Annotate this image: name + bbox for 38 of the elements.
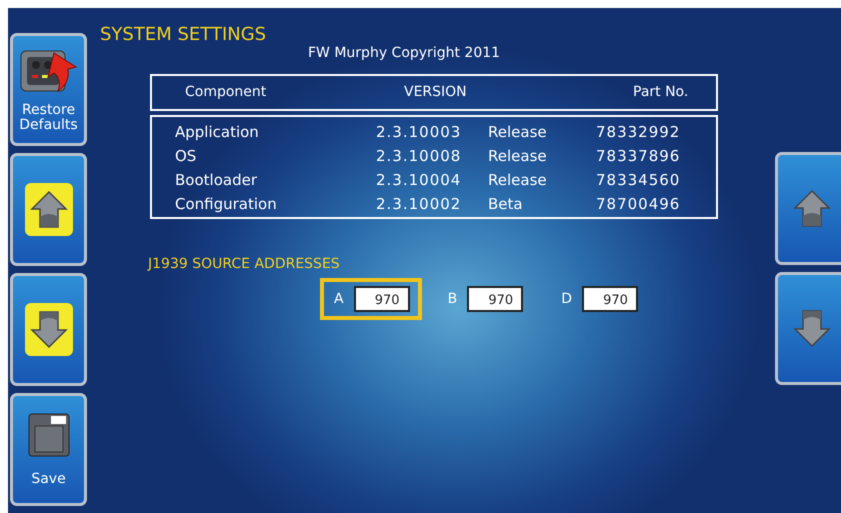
address-field[interactable]: 970: [582, 286, 638, 312]
table-cell-text: 2.3.10004: [376, 170, 462, 191]
down-arrow-icon: [28, 309, 68, 350]
table-cell-text: Release: [488, 146, 548, 167]
scroll-down-button[interactable]: [775, 272, 841, 385]
column-header: VERSION: [404, 83, 468, 102]
table-cell-text: Bootloader: [175, 170, 258, 191]
table-cell-text: Configuration: [175, 194, 278, 215]
table-cell-text: 78700496: [596, 194, 682, 215]
field-label: D: [561, 290, 572, 308]
column-header: Component: [185, 83, 268, 102]
table-cell-text: 78337896: [596, 146, 682, 167]
page-title: SYSTEM SETTINGS: [100, 23, 266, 47]
table-cell-text: Release: [488, 170, 548, 191]
table-cell-text: 2.3.10008: [376, 146, 462, 167]
save-button[interactable]: Save: [10, 393, 87, 506]
up-arrow-icon: [28, 189, 68, 230]
table-cell-text: 78332992: [596, 122, 682, 143]
scroll-up-button[interactable]: [775, 152, 841, 265]
table-cell-text: OS: [175, 146, 198, 167]
down-arrow-icon: [792, 308, 832, 349]
column-header: Part No.: [633, 83, 688, 102]
up-arrow-icon: [792, 188, 832, 229]
scroll-up-button[interactable]: [10, 153, 87, 266]
restore-defaults-button[interactable]: Restore Defaults: [10, 33, 87, 146]
address-field[interactable]: 970: [467, 286, 524, 312]
table-cell-text: Release: [488, 122, 548, 143]
scroll-down-button[interactable]: [10, 273, 87, 386]
table-cell-text: 78334560: [596, 170, 682, 191]
address-field[interactable]: 970: [354, 286, 410, 312]
field-label: B: [448, 290, 458, 308]
table-cell-text: 2.3.10003: [376, 122, 462, 143]
field-label: A: [334, 290, 344, 308]
table-cell-text: Beta: [488, 194, 524, 215]
table-cell-text: Application: [175, 122, 260, 143]
copyright-text: FW Murphy Copyright 2011: [308, 44, 500, 63]
section-title: J1939 SOURCE ADDRESSES: [148, 255, 340, 274]
table-cell-text: 2.3.10002: [376, 194, 462, 215]
